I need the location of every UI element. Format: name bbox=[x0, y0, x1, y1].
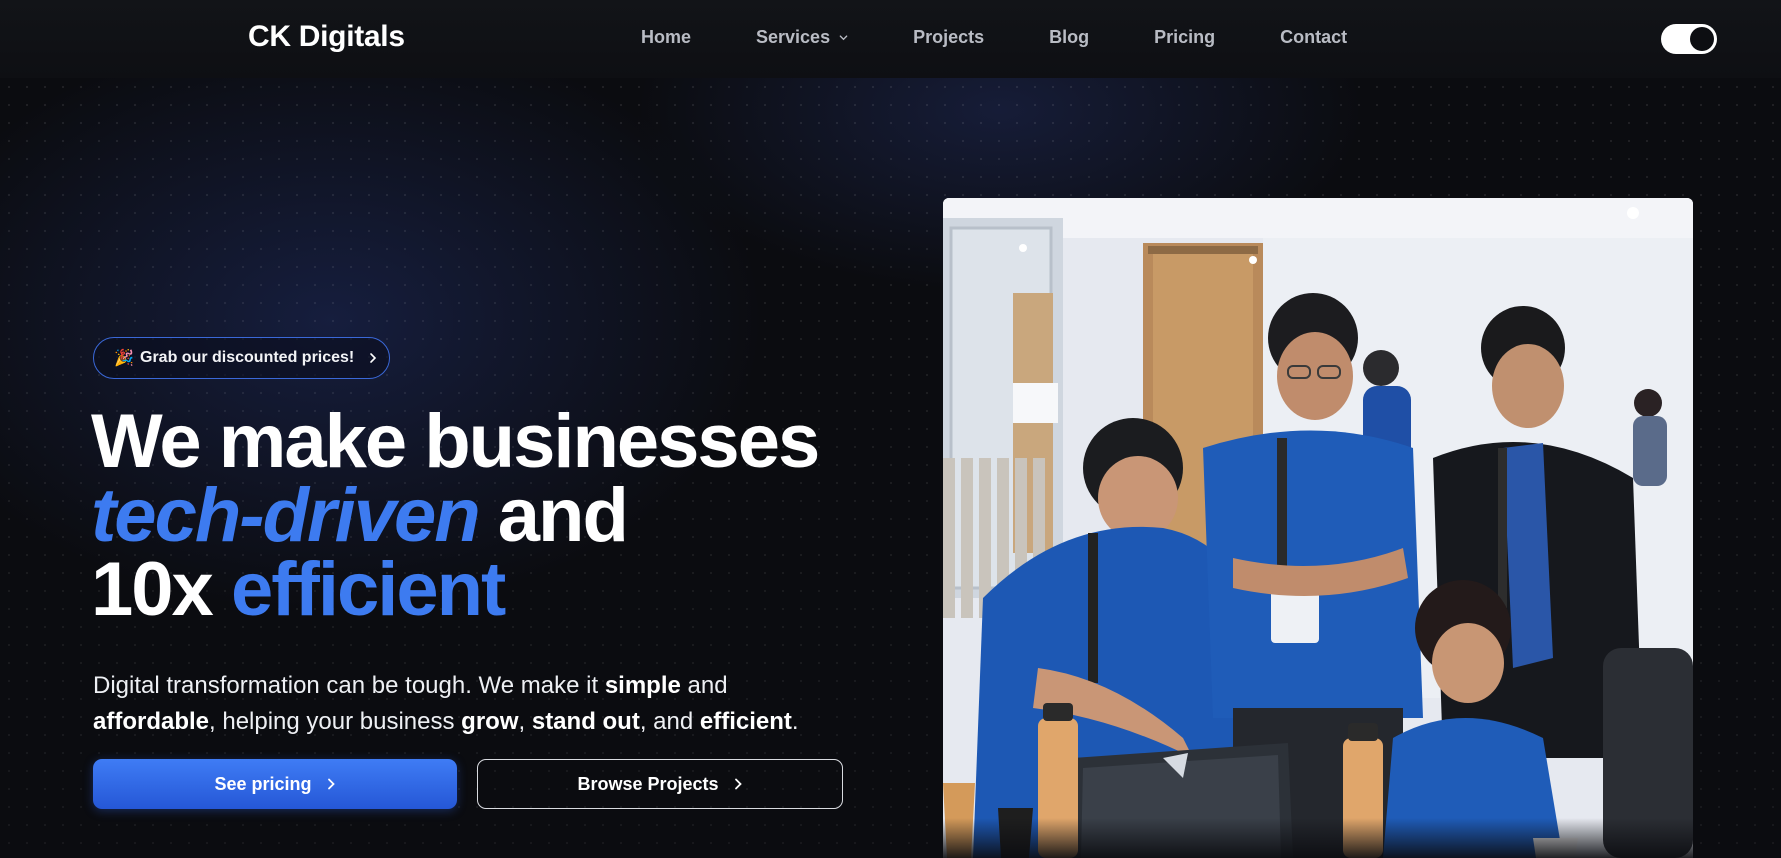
nav-pricing-link[interactable]: Pricing bbox=[1154, 27, 1215, 48]
nav-projects-link[interactable]: Projects bbox=[913, 27, 984, 48]
desc-text: Digital transformation can be tough. We … bbox=[93, 672, 605, 699]
chevron-right-icon bbox=[734, 778, 742, 790]
desc-bold-grow: grow bbox=[461, 708, 519, 735]
headline-highlight-tech-driven: tech-driven bbox=[91, 473, 481, 558]
nav-contact-label: Contact bbox=[1280, 27, 1348, 47]
desc-text: , bbox=[518, 708, 532, 735]
navbar: CK Digitals Home Services Projects Blog … bbox=[0, 0, 1781, 78]
nav-blog-label: Blog bbox=[1049, 27, 1090, 47]
nav-home-label: Home bbox=[641, 27, 692, 47]
hero-headline: We make businesses tech-driven and 10x e… bbox=[91, 399, 820, 628]
theme-toggle[interactable] bbox=[1661, 24, 1717, 54]
see-pricing-button[interactable]: See pricing bbox=[93, 759, 457, 809]
desc-text: and bbox=[680, 672, 728, 699]
desc-text: . bbox=[791, 708, 799, 735]
headline-line-3: 10x efficient bbox=[91, 552, 818, 628]
desc-bold-affordable: affordable bbox=[93, 708, 210, 735]
nav-contact-link[interactable]: Contact bbox=[1280, 27, 1347, 48]
party-popper-icon: 🎉 bbox=[114, 350, 134, 367]
desc-bold-simple: simple bbox=[604, 672, 681, 699]
nav-home-link[interactable]: Home bbox=[641, 27, 691, 48]
nav-projects-label: Projects bbox=[913, 27, 985, 47]
headline-and: and bbox=[497, 473, 629, 558]
main-menu: Home Services Projects Blog Pricing Cont… bbox=[641, 27, 1347, 48]
nav-pricing-label: Pricing bbox=[1154, 27, 1216, 47]
page: CK Digitals Home Services Projects Blog … bbox=[0, 0, 1781, 858]
team-photo-illustration bbox=[943, 198, 1693, 858]
see-pricing-label: See pricing bbox=[214, 773, 312, 794]
browse-projects-button[interactable]: Browse Projects bbox=[477, 759, 843, 809]
desc-text: , and bbox=[639, 708, 700, 735]
headline-10x: 10x bbox=[91, 547, 214, 632]
brand-logo[interactable]: CK Digitals bbox=[248, 20, 405, 54]
desc-bold-efficient: efficient bbox=[699, 708, 792, 735]
headline-highlight-efficient: efficient bbox=[230, 547, 506, 632]
chevron-right-icon bbox=[370, 353, 377, 363]
photo-bottom-fade bbox=[943, 818, 1693, 858]
desc-bold-stand-out: stand out bbox=[531, 708, 640, 735]
nav-services-link[interactable]: Services bbox=[756, 27, 848, 48]
nav-services-label: Services bbox=[756, 27, 831, 47]
chevron-right-icon bbox=[327, 778, 335, 790]
headline-line-1: We make businesses bbox=[91, 399, 820, 484]
promo-text: Grab our discounted prices! bbox=[140, 349, 355, 366]
discount-promo-pill[interactable]: 🎉 Grab our discounted prices! bbox=[93, 337, 390, 379]
desc-text: , helping your business bbox=[209, 708, 462, 735]
browse-projects-label: Browse Projects bbox=[577, 773, 719, 794]
headline-line-2: tech-driven and bbox=[91, 478, 818, 554]
chevron-down-icon bbox=[839, 35, 848, 41]
theme-toggle-knob bbox=[1690, 27, 1714, 51]
nav-blog-link[interactable]: Blog bbox=[1049, 27, 1089, 48]
hero-description: Digital transformation can be tough. We … bbox=[93, 668, 853, 740]
hero-team-photo bbox=[943, 198, 1693, 858]
